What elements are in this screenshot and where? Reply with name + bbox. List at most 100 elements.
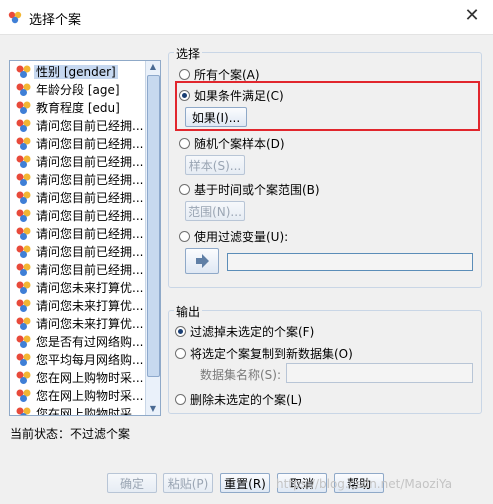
variable-list-item[interactable]: 您平均每月网络购... xyxy=(12,351,144,369)
nominal-variable-icon xyxy=(16,263,31,276)
scroll-up-icon[interactable]: ▲ xyxy=(148,62,158,72)
reset-button[interactable]: 重置(R) xyxy=(220,473,270,493)
paste-button[interactable]: 粘贴(P) xyxy=(163,473,213,493)
variable-label: 请问您目前已经拥... xyxy=(36,209,144,223)
variable-list[interactable]: 性别 [gender] 年龄分段 [age] 教育程度 [edu] 请问您目前已经拥.… xyxy=(9,60,161,416)
variable-label: 请问您目前已经拥... xyxy=(36,173,144,187)
variable-list-item[interactable]: 请问您目前已经拥... xyxy=(12,189,144,207)
variable-list-item[interactable]: 请问您目前已经拥... xyxy=(12,171,144,189)
watermark-text: https://blog.csdn.net/MaoziYa xyxy=(276,477,453,491)
radio-delete-unselected-label: 删除未选定的个案(L) xyxy=(190,393,303,407)
radio-copy-to-new[interactable]: 将选定个案复制到新数据集(O) xyxy=(175,345,353,362)
nominal-variable-icon xyxy=(16,137,31,150)
nominal-variable-icon xyxy=(16,119,31,132)
variable-label: 请问您目前已经拥... xyxy=(36,245,144,259)
variable-label: 请问您目前已经拥... xyxy=(36,137,144,151)
radio-filter-out[interactable]: 过滤掉未选定的个案(F) xyxy=(175,323,314,340)
dialog-app-icon xyxy=(8,11,22,24)
variable-list-scrollbar[interactable]: ▲ ▼ xyxy=(145,61,160,415)
if-button[interactable]: 如果(I)... xyxy=(185,107,247,127)
radio-all-cases-indicator[interactable] xyxy=(179,69,190,80)
output-group-title: 输出 xyxy=(174,303,203,320)
sample-button[interactable]: 样本(S)... xyxy=(185,155,245,175)
variable-list-item[interactable]: 请问您目前已经拥... xyxy=(12,261,144,279)
variable-label: 您是否有过网络购... xyxy=(36,335,144,349)
radio-if-condition-indicator[interactable] xyxy=(179,90,190,101)
radio-delete-unselected[interactable]: 删除未选定的个案(L) xyxy=(175,391,302,408)
nominal-variable-icon xyxy=(16,407,31,415)
radio-random-sample-indicator[interactable] xyxy=(179,138,190,149)
nominal-variable-icon xyxy=(16,371,31,384)
variable-list-item[interactable]: 请问您未来打算优... xyxy=(12,297,144,315)
nominal-variable-icon xyxy=(16,155,31,168)
variable-label: 请问您目前已经拥... xyxy=(36,227,144,241)
variable-label: 您平均每月网络购... xyxy=(36,353,144,367)
variable-label: 您在网上购物时采... xyxy=(36,371,144,385)
ok-button[interactable]: 确定 xyxy=(107,473,157,493)
radio-use-filter-indicator[interactable] xyxy=(179,231,190,242)
variable-list-item[interactable]: 性别 [gender] xyxy=(12,63,144,81)
close-button[interactable]: ✕ xyxy=(461,5,483,27)
variable-list-item[interactable]: 请问您目前已经拥... xyxy=(12,243,144,261)
radio-if-condition[interactable]: 如果条件满足(C) xyxy=(179,87,284,104)
variable-items: 性别 [gender] 年龄分段 [age] 教育程度 [edu] 请问您目前已经拥.… xyxy=(12,63,144,416)
variable-label: 请问您未来打算优... xyxy=(36,299,144,313)
filter-variable-field[interactable] xyxy=(227,253,473,271)
dataset-name-field[interactable] xyxy=(286,363,473,383)
dataset-name-label: 数据集名称(S): xyxy=(200,368,282,382)
variable-list-item[interactable]: 您在网上购物时采... xyxy=(12,405,144,416)
scroll-down-icon[interactable]: ▼ xyxy=(148,404,158,414)
variable-list-item[interactable]: 请问您目前已经拥... xyxy=(12,153,144,171)
variable-list-item[interactable]: 年龄分段 [age] xyxy=(12,81,144,99)
radio-use-filter[interactable]: 使用过滤变量(U): xyxy=(179,228,288,245)
variable-label: 您在网上购物时采... xyxy=(36,407,144,416)
variable-label: 请问您目前已经拥... xyxy=(36,191,144,205)
variable-label: 请问您目前已经拥... xyxy=(36,119,144,133)
nominal-variable-icon xyxy=(16,65,31,78)
radio-time-range-indicator[interactable] xyxy=(179,184,190,195)
radio-filter-out-label: 过滤掉未选定的个案(F) xyxy=(190,325,315,339)
radio-time-range[interactable]: 基于时间或个案范围(B) xyxy=(179,181,320,198)
radio-copy-to-new-label: 将选定个案复制到新数据集(O) xyxy=(190,347,353,361)
nominal-variable-icon xyxy=(16,281,31,294)
window-title: 选择个案 xyxy=(29,13,82,28)
nominal-variable-icon xyxy=(16,389,31,402)
title-bar: 选择个案 ✕ xyxy=(0,0,493,35)
variable-label: 年龄分段 [age] xyxy=(36,83,120,97)
variable-list-item[interactable]: 请问您目前已经拥... xyxy=(12,135,144,153)
arrow-right-icon xyxy=(196,254,209,268)
radio-copy-to-new-indicator[interactable] xyxy=(175,348,186,359)
radio-delete-unselected-indicator[interactable] xyxy=(175,394,186,405)
nominal-variable-icon xyxy=(16,353,31,366)
variable-list-item[interactable]: 教育程度 [edu] xyxy=(12,99,144,117)
nominal-variable-icon xyxy=(16,83,31,96)
radio-if-condition-label: 如果条件满足(C) xyxy=(194,89,284,103)
variable-list-item[interactable]: 请问您目前已经拥... xyxy=(12,225,144,243)
variable-label: 您在网上购物时采... xyxy=(36,389,144,403)
radio-time-range-label: 基于时间或个案范围(B) xyxy=(194,183,320,197)
variable-label: 请问您未来打算优... xyxy=(36,281,144,295)
variable-list-item[interactable]: 您在网上购物时采... xyxy=(12,369,144,387)
variable-list-item[interactable]: 请问您未来打算优... xyxy=(12,315,144,333)
variable-list-item[interactable]: 您在网上购物时采... xyxy=(12,387,144,405)
variable-list-item[interactable]: 您是否有过网络购... xyxy=(12,333,144,351)
select-group-title: 选择 xyxy=(174,45,203,62)
variable-list-item[interactable]: 请问您目前已经拥... xyxy=(12,207,144,225)
radio-random-sample[interactable]: 随机个案样本(D) xyxy=(179,135,285,152)
variable-label: 请问您目前已经拥... xyxy=(36,263,144,277)
nominal-variable-icon xyxy=(16,245,31,258)
nominal-variable-icon xyxy=(16,299,31,312)
variable-label: 请问您目前已经拥... xyxy=(36,155,144,169)
range-button[interactable]: 范围(N)... xyxy=(185,201,245,221)
variable-list-item[interactable]: 请问您目前已经拥... xyxy=(12,117,144,135)
variable-list-item[interactable]: 请问您未来打算优... xyxy=(12,279,144,297)
variable-label: 教育程度 [edu] xyxy=(36,101,120,115)
nominal-variable-icon xyxy=(16,317,31,330)
variable-label: 请问您未来打算优... xyxy=(36,317,144,331)
radio-filter-out-indicator[interactable] xyxy=(175,326,186,337)
nominal-variable-icon xyxy=(16,191,31,204)
nominal-variable-icon xyxy=(16,173,31,186)
move-filter-variable-button[interactable] xyxy=(185,248,219,274)
scrollbar-thumb[interactable] xyxy=(147,75,160,377)
current-status: 当前状态：不过滤个案 xyxy=(10,427,131,441)
